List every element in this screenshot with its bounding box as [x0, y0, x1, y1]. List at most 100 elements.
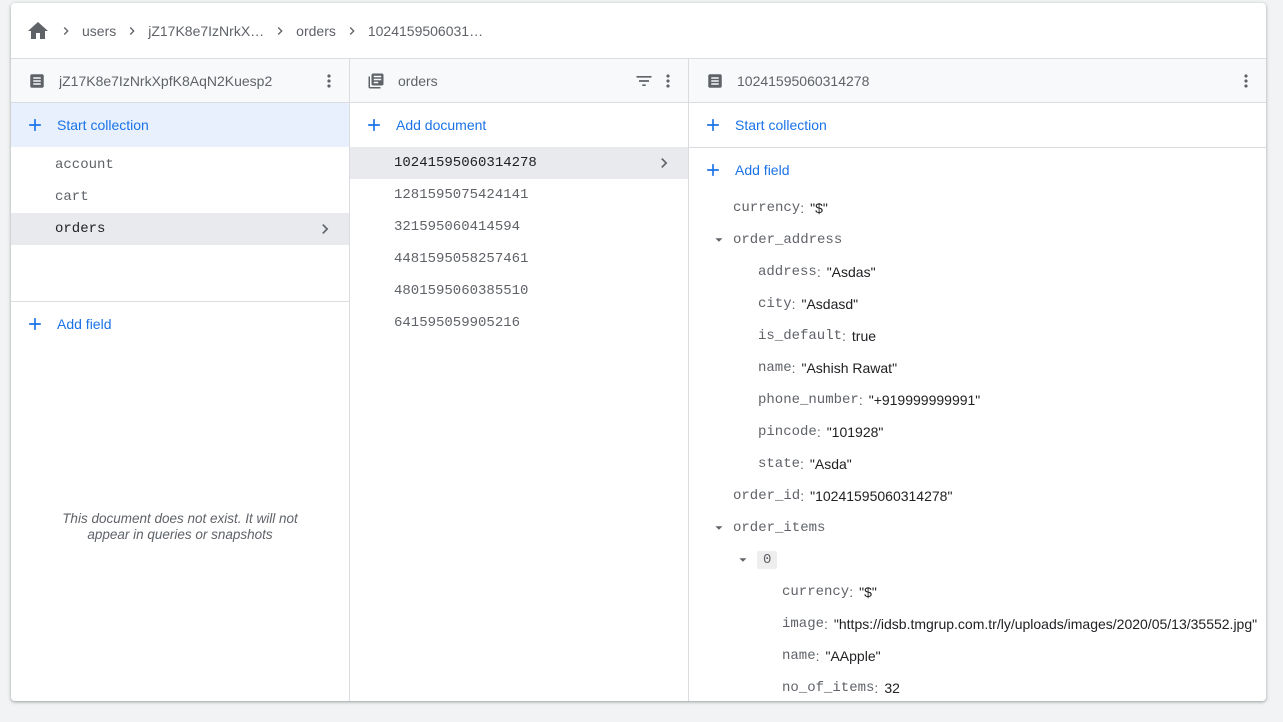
start-collection-button[interactable]: Start collection [689, 103, 1266, 147]
chevron-right-icon [54, 19, 78, 43]
collection-item-cart[interactable]: cart [11, 181, 349, 213]
document-item[interactable]: 10241595060314278 [350, 147, 688, 179]
document-item[interactable]: 4481595058257461 [350, 243, 688, 275]
breadcrumb-order-doc[interactable]: 1024159506031… [368, 23, 483, 39]
field-key: currency [733, 200, 801, 216]
add-field-label: Add field [57, 316, 112, 332]
document-id: 4801595060385510 [394, 283, 529, 299]
document-id: 4481595058257461 [394, 251, 529, 267]
field-key: image [782, 616, 825, 632]
field-address[interactable]: address: "Asdas" [689, 256, 1266, 288]
field-value: "https://idsb.tmgrup.com.tr/ly/uploads/i… [833, 616, 1258, 632]
field-state[interactable]: state: "Asda" [689, 448, 1266, 480]
collection-name: orders [55, 221, 106, 237]
field-order-id[interactable]: order_id: "10241595060314278" [689, 480, 1266, 512]
column-title: jZ17K8e7IzNrkXpfK8AqN2Kuesp2 [59, 72, 273, 89]
collection-item-orders[interactable]: orders [11, 213, 349, 245]
column-header: jZ17K8e7IzNrkXpfK8AqN2Kuesp2 [11, 59, 349, 103]
caret-down-icon[interactable] [709, 230, 729, 250]
field-key: order_items [733, 520, 826, 536]
column-header: orders [350, 59, 688, 103]
document-item[interactable]: 321595060414594 [350, 211, 688, 243]
caret-down-icon[interactable] [733, 550, 753, 570]
user-document-column: jZ17K8e7IzNrkXpfK8AqN2Kuesp2 Start colle… [11, 59, 350, 701]
field-currency[interactable]: currency: "$" [689, 192, 1266, 224]
collection-name: account [55, 157, 114, 173]
document-item[interactable]: 4801595060385510 [350, 275, 688, 307]
field-key: is_default [758, 328, 843, 344]
chevron-right-icon [654, 153, 674, 173]
more-vert-icon[interactable] [1236, 71, 1256, 91]
breadcrumb-orders[interactable]: orders [296, 23, 336, 39]
field-value: "+919999999991" [868, 392, 981, 408]
start-collection-button[interactable]: Start collection [11, 103, 349, 147]
plus-icon [703, 115, 723, 135]
field-value: true [851, 328, 877, 344]
document-id: 641595059905216 [394, 315, 521, 331]
start-collection-label: Start collection [735, 117, 827, 133]
chevron-right-icon [120, 19, 144, 43]
field-key: no_of_items [782, 680, 875, 696]
document-item[interactable]: 1281595075424141 [350, 179, 688, 211]
field-key: order_id [733, 488, 801, 504]
field-key: state [758, 456, 801, 472]
field-order-address[interactable]: order_address [689, 224, 1266, 256]
document-item[interactable]: 641595059905216 [350, 307, 688, 339]
field-value: "$" [859, 584, 877, 600]
document-id: 321595060414594 [394, 219, 521, 235]
field-value: "Asdas" [826, 264, 876, 280]
field-is-default[interactable]: is_default: true [689, 320, 1266, 352]
chevron-right-icon [340, 19, 364, 43]
field-key: pincode [758, 424, 817, 440]
field-value: "10241595060314278" [810, 488, 953, 504]
plus-icon [25, 115, 45, 135]
breadcrumb-user-doc[interactable]: jZ17K8e7IzNrkX… [148, 23, 264, 39]
field-key: name [782, 648, 816, 664]
field-value: "Asdasd" [801, 296, 859, 312]
breadcrumb-users[interactable]: users [82, 23, 116, 39]
add-field-button[interactable]: Add field [689, 148, 1266, 192]
document-icon [705, 71, 725, 91]
add-document-button[interactable]: Add document [350, 103, 688, 147]
field-item-no-of-items[interactable]: no_of_items: 32 [689, 672, 1266, 701]
chevron-right-icon [315, 219, 335, 239]
array-item-0[interactable]: 0 [689, 544, 1266, 576]
column-title: 10241595060314278 [737, 72, 870, 89]
field-item-image[interactable]: image: "https://idsb.tmgrup.com.tr/ly/up… [689, 608, 1266, 640]
more-vert-icon[interactable] [319, 71, 339, 91]
field-pincode[interactable]: pincode: "101928" [689, 416, 1266, 448]
filter-icon[interactable] [634, 71, 654, 91]
field-order-items[interactable]: order_items [689, 512, 1266, 544]
add-field-button[interactable]: Add field [11, 302, 349, 346]
field-key: phone_number [758, 392, 859, 408]
field-item-name[interactable]: name: "AApple" [689, 640, 1266, 672]
field-value: "Ashish Rawat" [801, 360, 898, 376]
field-value: "Asda" [809, 456, 852, 472]
field-key: currency [782, 584, 850, 600]
field-key: name [758, 360, 792, 376]
start-collection-label: Start collection [57, 117, 149, 133]
home-icon[interactable] [26, 19, 50, 43]
field-phone-number[interactable]: phone_number: "+919999999991" [689, 384, 1266, 416]
missing-document-note: This document does not exist. It will no… [51, 511, 309, 543]
more-vert-icon[interactable] [658, 71, 678, 91]
field-item-currency[interactable]: currency: "$" [689, 576, 1266, 608]
array-index: 0 [757, 551, 778, 569]
chevron-right-icon [268, 19, 292, 43]
field-name[interactable]: name: "Ashish Rawat" [689, 352, 1266, 384]
missing-note-line: appear in queries or snapshots [87, 527, 273, 542]
collection-name: cart [55, 189, 89, 205]
field-city[interactable]: city: "Asdasd" [689, 288, 1266, 320]
caret-down-icon[interactable] [709, 518, 729, 538]
field-list: currency: "$" order_address address: "As… [689, 192, 1266, 701]
add-document-label: Add document [396, 117, 487, 133]
field-key: city [758, 296, 792, 312]
collection-icon [366, 71, 386, 91]
document-icon [27, 71, 47, 91]
collection-item-account[interactable]: account [11, 149, 349, 181]
column-title: orders [398, 72, 438, 89]
document-id: 1281595075424141 [394, 187, 529, 203]
missing-note-line: This document does not exist. It will no… [62, 511, 298, 526]
field-value: "AApple" [825, 648, 881, 664]
field-value: "$" [810, 200, 828, 216]
